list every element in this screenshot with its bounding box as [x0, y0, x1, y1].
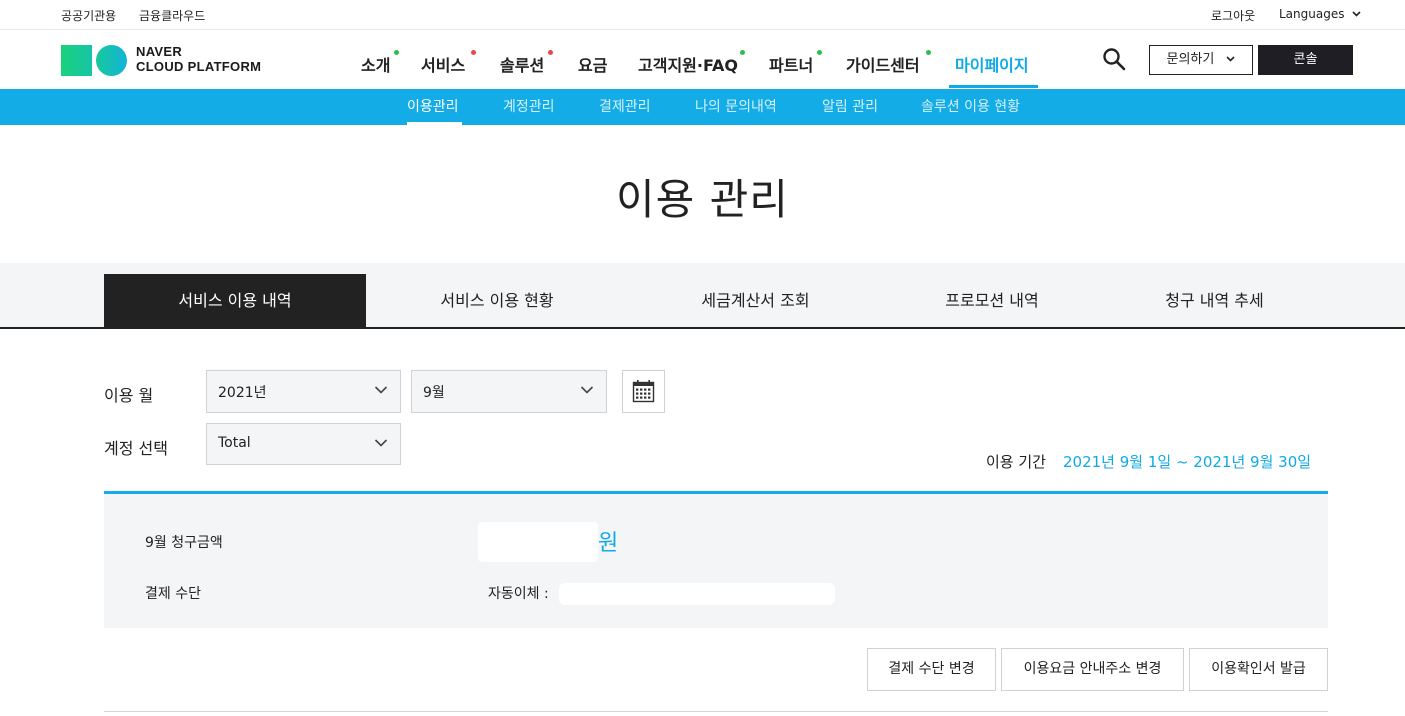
chevron-down-icon — [374, 386, 388, 394]
new-dot — [817, 50, 822, 55]
nav-item-solutions[interactable]: 솔루션 — [500, 52, 544, 76]
tab-tax-invoice[interactable]: 세금계산서 조회 — [628, 274, 883, 327]
nav-item-intro[interactable]: 소개 — [361, 52, 390, 76]
new-dot — [394, 50, 399, 55]
year-select[interactable]: 2021년 — [206, 370, 401, 413]
tab-service-usage-status[interactable]: 서비스 이용 현황 — [366, 274, 628, 327]
chevron-down-icon — [1352, 11, 1361, 17]
redacted-account — [559, 583, 835, 605]
languages-dropdown[interactable]: Languages — [1279, 7, 1361, 21]
new-dot — [548, 50, 553, 55]
new-dot — [471, 50, 476, 55]
logout-link[interactable]: 로그아웃 — [1211, 7, 1255, 24]
tab-bar: 서비스 이용 내역 서비스 이용 현황 세금계산서 조회 프로모션 내역 청구 … — [0, 263, 1405, 329]
nav-item-mypage[interactable]: 마이페이지 — [955, 52, 1029, 76]
billing-summary: 9월 청구금액 원 결제 수단 자동이체 : — [104, 491, 1328, 628]
usage-period-label: 이용 기간 — [986, 453, 1046, 471]
account-select[interactable]: Total — [206, 423, 401, 465]
payment-method-label: 결제 수단 — [145, 586, 201, 602]
sub-nav: 이용관리 계정관리 결제관리 나의 문의내역 알림 관리 솔루션 이용 현황 — [0, 89, 1405, 125]
month-select-value: 9월 — [423, 385, 445, 401]
calendar-button[interactable] — [622, 370, 665, 413]
change-billing-address-button[interactable]: 이용요금 안내주소 변경 — [1001, 648, 1184, 691]
public-sector-link[interactable]: 공공기관용 — [61, 7, 116, 24]
inquiry-button[interactable]: 문의하기 — [1149, 45, 1253, 75]
nav-item-partner[interactable]: 파트너 — [769, 52, 813, 76]
subnav-item-account[interactable]: 계정관리 — [503, 96, 555, 116]
utility-bar: 공공기관용 금융클라우드 로그아웃 Languages — [0, 0, 1405, 30]
currency-unit: 원 — [598, 531, 619, 556]
new-dot — [926, 50, 931, 55]
divider — [104, 711, 1328, 712]
usage-month-label: 이용 월 — [104, 386, 154, 405]
page-title: 이용 관리 — [616, 175, 789, 224]
brand-wordmark: NAVER CLOUD PLATFORM — [136, 44, 262, 74]
account-select-value: Total — [218, 435, 251, 451]
issue-certificate-button[interactable]: 이용확인서 발급 — [1189, 648, 1328, 691]
chevron-down-icon — [1226, 56, 1236, 62]
subnav-item-solution-usage[interactable]: 솔루션 이용 현황 — [921, 96, 1020, 116]
tab-promotion-history[interactable]: 프로모션 내역 — [883, 274, 1101, 327]
usage-period-value: 2021년 9월 1일 ~ 2021년 9월 30일 — [1063, 453, 1312, 471]
change-payment-button[interactable]: 결제 수단 변경 — [867, 648, 996, 691]
search-icon[interactable] — [1102, 47, 1126, 71]
nav-item-services[interactable]: 서비스 — [421, 52, 465, 76]
nav-item-pricing[interactable]: 요금 — [578, 52, 607, 76]
chevron-down-icon — [580, 386, 594, 394]
subnav-item-inquiries[interactable]: 나의 문의내역 — [695, 96, 777, 116]
tab-billing-trend[interactable]: 청구 내역 추세 — [1101, 274, 1328, 327]
tab-service-usage-history[interactable]: 서비스 이용 내역 — [104, 274, 366, 327]
nav-item-guide[interactable]: 가이드센터 — [846, 52, 920, 76]
subnav-item-notifications[interactable]: 알림 관리 — [822, 96, 878, 116]
billing-amount-label: 9월 청구금액 — [145, 535, 223, 551]
finance-cloud-link[interactable]: 금융클라우드 — [139, 7, 205, 24]
calendar-icon — [632, 380, 655, 403]
nav-active-indicator — [949, 85, 1038, 88]
payment-method-prefix: 자동이체 : — [488, 586, 549, 602]
main-nav: NAVER CLOUD PLATFORM 소개 서비스 솔루션 요금 고객지원·… — [0, 30, 1405, 88]
year-select-value: 2021년 — [218, 385, 267, 401]
subnav-item-usage[interactable]: 이용관리 — [407, 96, 459, 116]
console-button[interactable]: 콘솔 — [1258, 45, 1353, 75]
subnav-active-indicator — [407, 122, 462, 125]
new-dot — [740, 50, 745, 55]
chevron-down-icon — [374, 439, 388, 447]
redacted-amount — [478, 522, 598, 562]
subnav-item-payment[interactable]: 결제관리 — [599, 96, 651, 116]
month-select[interactable]: 9월 — [411, 370, 607, 413]
account-select-label: 계정 선택 — [104, 439, 168, 458]
nav-item-support[interactable]: 고객지원·FAQ — [638, 52, 738, 76]
languages-label: Languages — [1279, 7, 1345, 21]
naver-cloud-logo-icon[interactable] — [61, 45, 127, 76]
